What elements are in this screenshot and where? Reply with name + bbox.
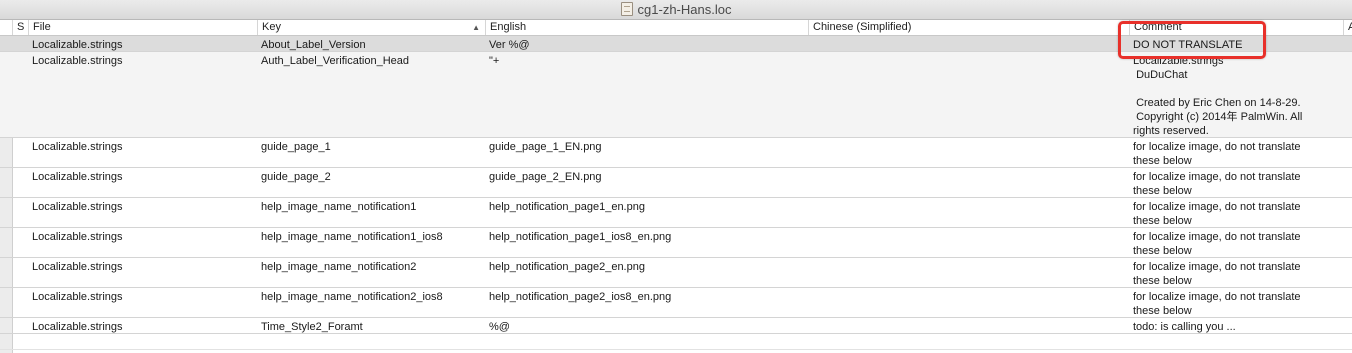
cell-chinese[interactable] bbox=[812, 38, 1112, 51]
cell-chinese[interactable] bbox=[812, 260, 1112, 287]
cell-key: help_image_name_notification2 bbox=[261, 261, 417, 273]
cell-chinese[interactable] bbox=[812, 170, 1112, 197]
table-row[interactable]: Localizable.strings help_image_name_notif… bbox=[0, 228, 1352, 258]
cell-chinese[interactable] bbox=[812, 200, 1112, 227]
cell-file: Localizable.strings bbox=[32, 231, 123, 243]
column-header-status[interactable]: S bbox=[12, 20, 28, 35]
cell-english: help_notification_page1_ios8_en.png bbox=[489, 231, 672, 243]
cell-english: guide_page_2_EN.png bbox=[489, 171, 602, 183]
cell-file: Localizable.strings bbox=[32, 201, 123, 213]
window-title: cg1-zh-Hans.loc bbox=[637, 2, 732, 17]
sort-ascending-icon: ▲ bbox=[472, 23, 480, 32]
cell-chinese[interactable] bbox=[812, 320, 1112, 333]
table-row[interactable]: Localizable.strings help_image_name_notif… bbox=[0, 288, 1352, 318]
cell-english: help_notification_page1_en.png bbox=[489, 201, 645, 213]
cell-english: guide_page_1_EN.png bbox=[489, 141, 602, 153]
table-row[interactable]: Localizable.strings guide_page_2 guide_pag… bbox=[0, 168, 1352, 198]
cell-file: Localizable.strings bbox=[32, 39, 123, 51]
column-header-key[interactable]: Key ▲ bbox=[257, 20, 485, 35]
column-header-chinese[interactable]: Chinese (Simplified) bbox=[808, 20, 1129, 35]
cell-comment[interactable]: Localizable.strings DuDuChat Created by … bbox=[1133, 54, 1323, 137]
cell-key: About_Label_Version bbox=[261, 39, 366, 51]
cell-english: %@ bbox=[489, 321, 510, 333]
cell-file: Localizable.strings bbox=[32, 171, 123, 183]
cell-key: Auth_Label_Verification_Head bbox=[261, 55, 410, 67]
window-title-bar: cg1-zh-Hans.loc bbox=[0, 0, 1352, 20]
table-row[interactable]: Localizable.strings Auth_Label_Verificati… bbox=[0, 52, 1352, 138]
cell-comment[interactable]: for localize image, do not translate the… bbox=[1133, 140, 1323, 167]
cell-file: Localizable.strings bbox=[32, 321, 123, 333]
table-row[interactable]: Localizable.strings guide_page_1 guide_pag… bbox=[0, 138, 1352, 168]
cell-comment[interactable]: todo: is calling you ... bbox=[1133, 320, 1323, 333]
column-header-english[interactable]: English bbox=[485, 20, 808, 35]
cell-key: help_image_name_notification1 bbox=[261, 201, 417, 213]
cell-comment[interactable]: for localize image, do not translate the… bbox=[1133, 170, 1323, 197]
document-icon bbox=[620, 2, 633, 16]
column-header-extra[interactable]: A bbox=[1343, 20, 1352, 35]
table-row[interactable]: Localizable.strings Time_Style2_Foramt %@ t… bbox=[0, 318, 1352, 334]
table-row[interactable]: Localizable.strings help_image_name_notif… bbox=[0, 258, 1352, 288]
cell-file: Localizable.strings bbox=[32, 291, 123, 303]
cell-chinese[interactable] bbox=[812, 54, 1112, 137]
annotation-highlight-box bbox=[1118, 21, 1266, 59]
cell-comment[interactable]: for localize image, do not translate the… bbox=[1133, 200, 1323, 227]
column-header-file[interactable]: File bbox=[28, 20, 257, 35]
cell-file: Localizable.strings bbox=[32, 141, 123, 153]
cell-chinese[interactable] bbox=[812, 290, 1112, 317]
cell-file: Localizable.strings bbox=[32, 261, 123, 273]
table-body: Localizable.strings About_Label_Version Ve… bbox=[0, 36, 1352, 350]
cell-comment[interactable]: for localize image, do not translate the… bbox=[1133, 290, 1323, 317]
cell-chinese[interactable] bbox=[812, 230, 1112, 257]
cell-english: help_notification_page2_ios8_en.png bbox=[489, 291, 672, 303]
cell-english: Ver %@ bbox=[489, 39, 530, 51]
cell-file: Localizable.strings bbox=[32, 55, 123, 67]
cell-key: guide_page_2 bbox=[261, 171, 331, 183]
column-header-key-label: Key bbox=[262, 21, 281, 33]
cell-comment[interactable]: for localize image, do not translate the… bbox=[1133, 230, 1323, 257]
cell-english: "+ bbox=[489, 55, 500, 67]
cell-english: help_notification_page2_en.png bbox=[489, 261, 645, 273]
table-row[interactable]: Localizable.strings help_image_name_notif… bbox=[0, 198, 1352, 228]
cell-key: guide_page_1 bbox=[261, 141, 331, 153]
cell-comment[interactable]: for localize image, do not translate the… bbox=[1133, 260, 1323, 287]
empty-row bbox=[0, 334, 1352, 350]
cell-key: Time_Style2_Foramt bbox=[261, 321, 363, 333]
cell-chinese[interactable] bbox=[812, 140, 1112, 167]
cell-key: help_image_name_notification1_ios8 bbox=[261, 231, 443, 243]
cell-key: help_image_name_notification2_ios8 bbox=[261, 291, 443, 303]
